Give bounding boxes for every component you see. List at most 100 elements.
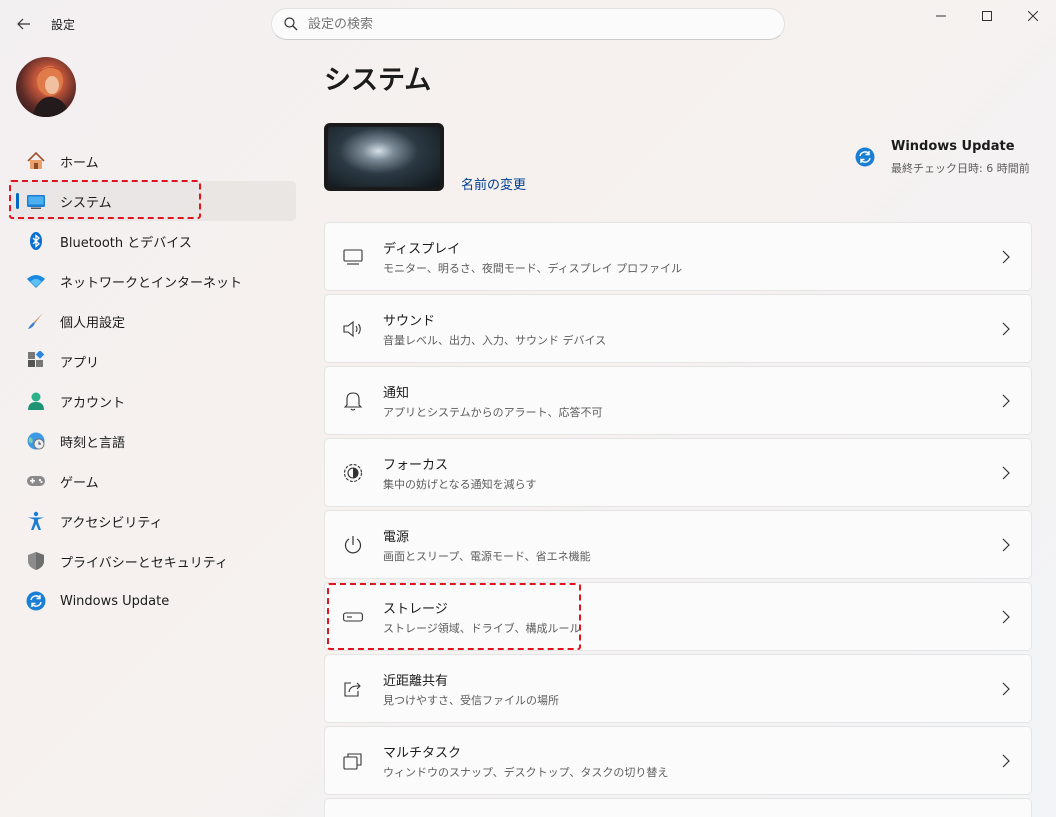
card-subtitle: 画面とスリープ、電源モード、省エネ機能 (383, 549, 591, 563)
search-icon (284, 17, 298, 31)
windows-update-icon (26, 591, 46, 611)
back-arrow-icon (17, 18, 30, 30)
close-button[interactable] (1010, 0, 1056, 32)
card-subtitle: ウィンドウのスナップ、デスクトップ、タスクの切り替え (383, 765, 669, 779)
storage-drive-icon (343, 607, 363, 627)
rename-device-link[interactable]: 名前の変更 (461, 174, 526, 193)
card-title: 近距離共有 (383, 673, 449, 689)
monitor-icon (343, 247, 363, 267)
wifi-icon (26, 271, 46, 291)
brush-icon (26, 311, 46, 331)
card-subtitle: アプリとシステムからのアラート、応答不可 (383, 405, 603, 419)
sidebar-item-bluetooth[interactable]: Bluetooth とデバイス (10, 221, 296, 261)
chevron-right-icon (1002, 322, 1010, 336)
card-subtitle: ストレージ領域、ドライブ、構成ルール (383, 621, 581, 635)
search-box[interactable] (271, 8, 785, 40)
sidebar-item-label: Windows Update (60, 593, 170, 609)
back-button[interactable] (12, 12, 36, 36)
title-bar: 設定 (0, 0, 1056, 46)
sidebar-item-label: 時刻と言語 (60, 435, 126, 451)
chevron-right-icon (1002, 754, 1010, 768)
sidebar-item-accessibility[interactable]: アクセシビリティ (10, 501, 296, 541)
chevron-right-icon (1002, 466, 1010, 480)
card-nearby-sharing[interactable]: 近距離共有 見つけやすさ、受信ファイルの場所 (324, 654, 1032, 723)
sidebar-item-apps[interactable]: アプリ (10, 341, 296, 381)
sidebar-item-accounts[interactable]: アカウント (10, 381, 296, 421)
bluetooth-icon (26, 231, 46, 251)
sidebar-item-home[interactable]: ホーム (10, 141, 296, 181)
apps-icon (26, 351, 46, 371)
sidebar-item-label: システム (60, 195, 112, 211)
account-icon (26, 391, 46, 411)
accessibility-icon (26, 511, 46, 531)
card-focus[interactable]: フォーカス 集中の妨げとなる通知を減らす (324, 438, 1032, 507)
sidebar-item-gaming[interactable]: ゲーム (10, 461, 296, 501)
sidebar-item-label: アプリ (60, 355, 100, 371)
bell-icon (343, 391, 363, 411)
avatar-photo (32, 66, 70, 117)
card-title: マルチタスク (383, 745, 462, 761)
shield-icon (26, 551, 46, 571)
windows-update-icon[interactable] (855, 147, 875, 167)
sidebar-nav: ホーム システム Bluetooth とデバイス ネットワークとインターネット … (10, 141, 296, 621)
card-title: ディスプレイ (383, 241, 461, 257)
device-thumbnail (324, 123, 444, 191)
sidebar-item-network[interactable]: ネットワークとインターネット (10, 261, 296, 301)
card-title: 通知 (383, 385, 410, 401)
chevron-right-icon (1002, 250, 1010, 264)
close-icon (1028, 11, 1038, 21)
app-title: 設定 (51, 18, 76, 32)
power-icon (343, 535, 363, 555)
user-avatar[interactable] (16, 57, 76, 117)
focus-icon (343, 463, 363, 483)
maximize-icon (982, 11, 992, 21)
sidebar-item-label: ゲーム (60, 475, 99, 491)
sidebar-item-label: ネットワークとインターネット (60, 275, 243, 291)
card-sound[interactable]: サウンド 音量レベル、出力、入力、サウンド デバイス (324, 294, 1032, 363)
card-power[interactable]: 電源 画面とスリープ、電源モード、省エネ機能 (324, 510, 1032, 579)
minimize-icon (936, 15, 946, 17)
multitask-icon (343, 751, 363, 771)
chevron-right-icon (1002, 538, 1010, 552)
sidebar-item-privacy-security[interactable]: プライバシーとセキュリティ (10, 541, 296, 581)
card-storage[interactable]: ストレージ ストレージ領域、ドライブ、構成ルール (324, 582, 1032, 651)
minimize-button[interactable] (918, 0, 964, 32)
card-title: フォーカス (383, 457, 449, 473)
card-display[interactable]: ディスプレイ モニター、明るさ、夜間モード、ディスプレイ プロファイル (324, 222, 1032, 291)
card-subtitle: 集中の妨げとなる通知を減らす (383, 477, 537, 491)
gamepad-icon (26, 471, 46, 491)
card-notifications[interactable]: 通知 アプリとシステムからのアラート、応答不可 (324, 366, 1032, 435)
card-subtitle: 音量レベル、出力、入力、サウンド デバイス (383, 333, 607, 347)
system-display-icon (26, 191, 46, 211)
sidebar-item-label: アクセシビリティ (60, 515, 163, 531)
search-input[interactable] (308, 16, 748, 32)
sidebar-item-label: アカウント (60, 395, 126, 411)
card-title: ストレージ (383, 601, 448, 617)
chevron-right-icon (1002, 610, 1010, 624)
sidebar-item-label: ホーム (60, 155, 99, 171)
settings-card-list: ディスプレイ モニター、明るさ、夜間モード、ディスプレイ プロファイル サウンド… (324, 222, 1032, 817)
share-icon (343, 679, 363, 699)
card-next-partial[interactable] (324, 798, 1032, 817)
home-icon (26, 151, 46, 171)
chevron-right-icon (1002, 394, 1010, 408)
sidebar-item-label: プライバシーとセキュリティ (60, 555, 228, 571)
sidebar-item-personalization[interactable]: 個人用設定 (10, 301, 296, 341)
windows-update-title[interactable]: Windows Update (891, 139, 1015, 154)
windows-update-status: 最終チェック日時: 6 時間前 (891, 162, 1030, 175)
sidebar-item-label: 個人用設定 (60, 315, 126, 331)
card-title: 電源 (383, 529, 410, 545)
globe-clock-icon (26, 431, 46, 451)
sidebar-item-windows-update[interactable]: Windows Update (10, 581, 296, 621)
sidebar-item-system[interactable]: システム (10, 181, 296, 221)
maximize-button[interactable] (964, 0, 1010, 32)
sidebar-item-time-language[interactable]: 時刻と言語 (10, 421, 296, 461)
card-subtitle: モニター、明るさ、夜間モード、ディスプレイ プロファイル (383, 261, 683, 275)
wallpaper-preview (328, 127, 440, 187)
card-title: サウンド (383, 313, 436, 329)
card-subtitle: 見つけやすさ、受信ファイルの場所 (383, 693, 559, 707)
speaker-icon (343, 319, 363, 339)
sidebar-item-label: Bluetooth とデバイス (60, 235, 192, 251)
page-title: システム (324, 65, 432, 96)
card-multitasking[interactable]: マルチタスク ウィンドウのスナップ、デスクトップ、タスクの切り替え (324, 726, 1032, 795)
